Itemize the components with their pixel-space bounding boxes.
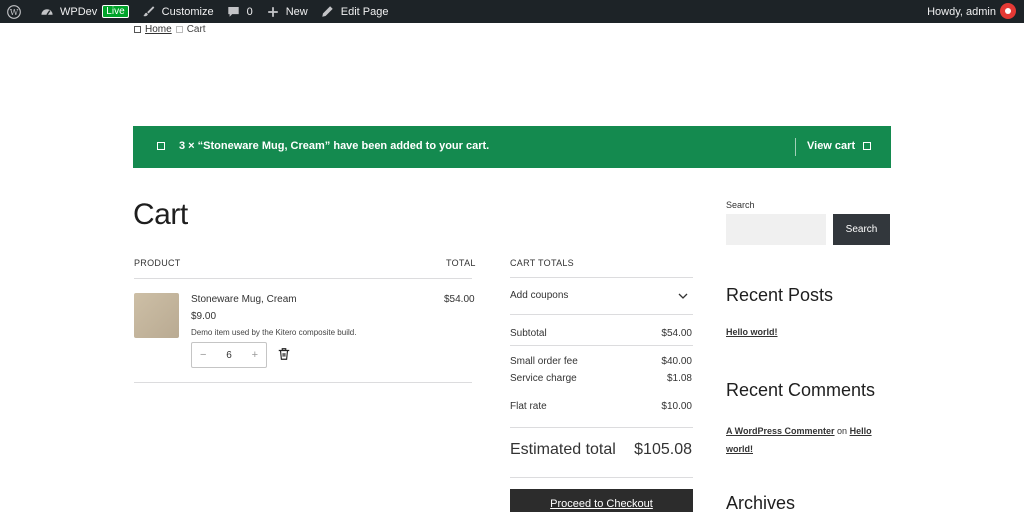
divider [510, 314, 693, 315]
shipping-label: Flat rate [510, 401, 547, 412]
recent-comment-item: A WordPress Commenter on Hello world! [726, 422, 891, 458]
comment-author-link[interactable]: A WordPress Commenter [726, 426, 835, 436]
search-label: Search [726, 200, 755, 210]
breadcrumb: Home Cart [134, 24, 206, 35]
trash-icon[interactable] [277, 347, 291, 361]
customize-button[interactable]: Customize [135, 0, 220, 23]
comment-on-text: on [837, 426, 848, 436]
divider [134, 278, 472, 279]
new-content-button[interactable]: New [259, 0, 314, 23]
decrease-quantity-button[interactable]: − [200, 349, 206, 361]
estimated-total-label: Estimated total [510, 441, 616, 458]
shipping-value: $10.00 [661, 401, 692, 412]
notice-divider [795, 138, 796, 156]
page-title: Cart [133, 198, 188, 231]
recent-post-link[interactable]: Hello world! [726, 327, 778, 337]
service-charge-value: $1.08 [666, 373, 692, 384]
product-column-header: PRODUCT [134, 258, 181, 268]
comment-bubble-icon [226, 4, 242, 20]
breadcrumb-current: Cart [186, 24, 206, 35]
total-column-header: TOTAL [446, 258, 476, 268]
site-name: WPDev [60, 5, 98, 18]
fee-label: Small order fee [510, 356, 578, 367]
product-description: Demo item used by the Kitero composite b… [191, 328, 357, 337]
cart-notice: 3 × “Stoneware Mug, Cream” have been add… [133, 126, 891, 168]
wordpress-icon: W [6, 4, 22, 20]
recent-comments-title: Recent Comments [726, 380, 876, 400]
plus-icon [265, 4, 281, 20]
avatar[interactable] [1000, 3, 1016, 19]
new-label: New [285, 5, 308, 18]
edit-page-label: Edit Page [340, 5, 389, 18]
cart-icon [863, 142, 872, 150]
comments-button[interactable]: 0 [220, 0, 259, 23]
product-thumbnail[interactable] [134, 293, 179, 338]
recent-posts-title: Recent Posts [726, 285, 834, 305]
fee-value: $40.00 [661, 356, 692, 367]
separator-icon [175, 26, 183, 33]
subtotal-label: Subtotal [510, 328, 547, 339]
chevron-down-icon[interactable] [677, 291, 689, 301]
search-button[interactable]: Search [833, 214, 890, 245]
notice-message: 3 × “Stoneware Mug, Cream” have been add… [179, 140, 490, 152]
svg-text:W: W [10, 7, 19, 17]
service-charge-label: Service charge [510, 373, 577, 384]
divider [510, 427, 693, 428]
site-name-button[interactable]: WPDev Live [33, 0, 135, 23]
estimated-total-value: $105.08 [634, 441, 692, 458]
cart-totals-heading: CART TOTALS [510, 258, 574, 268]
breadcrumb-home-link[interactable]: Home [145, 24, 172, 35]
increase-quantity-button[interactable]: + [252, 349, 258, 361]
notice-icon [157, 142, 165, 150]
product-price: $9.00 [191, 311, 217, 322]
live-badge: Live [102, 5, 129, 18]
add-coupons-toggle[interactable]: Add coupons [510, 290, 568, 301]
quantity-value[interactable]: 6 [226, 350, 232, 361]
divider [510, 477, 693, 478]
line-total: $54.00 [444, 294, 475, 305]
comments-count: 0 [246, 5, 253, 18]
home-icon [134, 26, 141, 33]
view-cart-label: View cart [807, 140, 856, 152]
search-input[interactable] [726, 214, 826, 245]
paintbrush-icon [141, 4, 157, 20]
my-account-button[interactable]: Howdy, admin [927, 0, 996, 23]
dashboard-icon [39, 4, 55, 20]
divider [510, 345, 693, 346]
divider [510, 277, 693, 278]
edit-page-button[interactable]: Edit Page [314, 0, 395, 23]
quantity-stepper: − 6 + [191, 342, 267, 368]
pencil-icon [320, 4, 336, 20]
subtotal-value: $54.00 [661, 328, 692, 339]
proceed-to-checkout-button[interactable]: Proceed to Checkout [510, 489, 693, 512]
customize-label: Customize [161, 5, 214, 18]
archives-title: Archives [726, 493, 796, 512]
admin-bar: W WPDev Live Customize 0 New Edit Page H… [0, 0, 1024, 23]
divider [134, 382, 472, 383]
howdy-label: Howdy, admin [927, 5, 996, 18]
view-cart-link[interactable]: View cart [807, 140, 872, 152]
wordpress-logo-button[interactable]: W [0, 0, 33, 23]
product-name[interactable]: Stoneware Mug, Cream [191, 294, 297, 305]
